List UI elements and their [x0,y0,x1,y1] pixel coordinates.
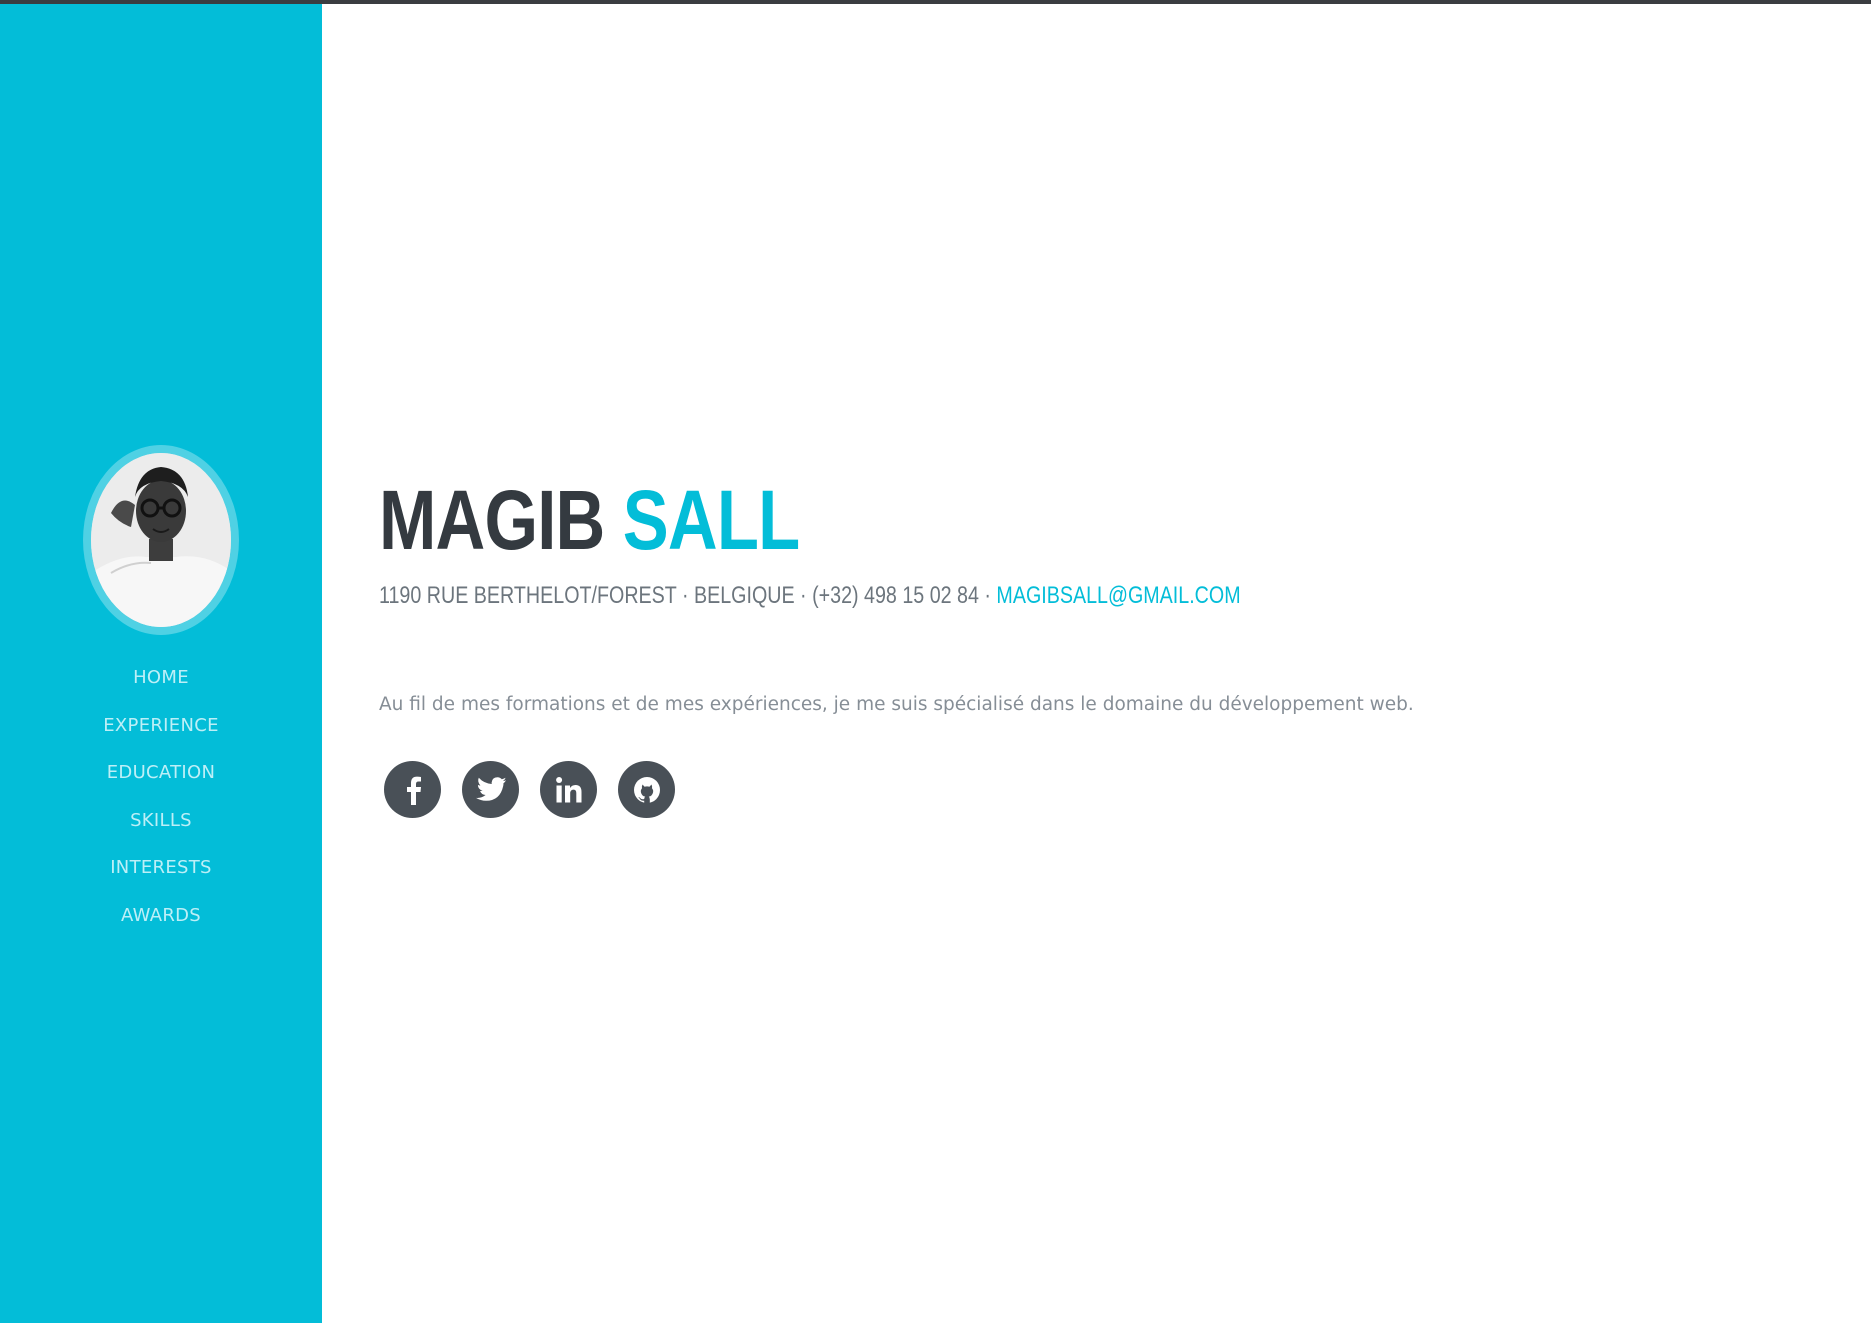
linkedin-button[interactable] [540,761,597,818]
top-border [0,0,1871,4]
nav-item-experience: EXPERIENCE [0,710,322,758]
sidebar: HOME EXPERIENCE EDUCATION SKILLS INTERES… [0,0,322,1323]
nav-item-skills: SKILLS [0,805,322,853]
linkedin-icon [555,776,581,802]
about-section: MAGIB SALL 1190 RUE BERTHELOT/FOREST · B… [322,0,1871,1323]
intro-text: Au fil de mes formations et de mes expér… [379,693,1414,715]
last-name: SALL [622,473,800,567]
sidebar-nav: HOME EXPERIENCE EDUCATION SKILLS INTERES… [0,662,322,947]
avatar [91,453,231,627]
nav-item-home: HOME [0,662,322,710]
email-link[interactable]: MAGIBSALL@GMAIL.COM [996,582,1240,609]
github-icon [633,776,660,803]
first-name: MAGIB [379,473,605,567]
avatar-frame [83,445,239,635]
nav-link-interests[interactable]: INTERESTS [110,857,212,878]
nav-item-awards: AWARDS [0,900,322,948]
nav-link-skills[interactable]: SKILLS [130,810,192,831]
contact-line: 1190 RUE BERTHELOT/FOREST · BELGIQUE · (… [379,580,1241,612]
nav-link-awards[interactable]: AWARDS [121,905,201,926]
page-title: MAGIB SALL [379,465,800,575]
social-icons [384,761,675,818]
nav-link-experience[interactable]: EXPERIENCE [103,715,219,736]
nav-item-interests: INTERESTS [0,852,322,900]
github-button[interactable] [618,761,675,818]
nav-item-education: EDUCATION [0,757,322,805]
twitter-button[interactable] [462,761,519,818]
twitter-icon [475,776,506,801]
facebook-icon [406,776,421,805]
nav-link-education[interactable]: EDUCATION [107,762,216,783]
facebook-button[interactable] [384,761,441,818]
address-text: 1190 RUE BERTHELOT/FOREST · BELGIQUE · (… [379,582,991,609]
nav-link-home[interactable]: HOME [133,667,189,688]
